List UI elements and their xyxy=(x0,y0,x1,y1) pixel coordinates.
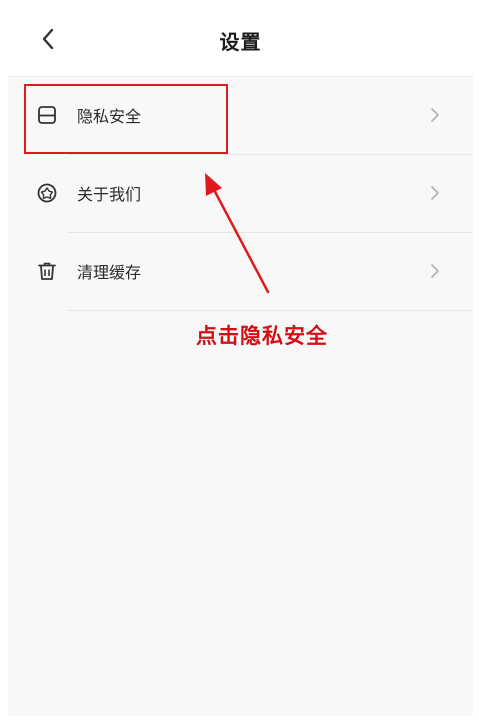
chevron-right-icon xyxy=(431,264,439,278)
menu-item-about-us[interactable]: 关于我们 xyxy=(8,155,473,233)
trash-icon xyxy=(38,262,56,280)
chevron-right-icon xyxy=(431,186,439,200)
menu-item-clear-cache[interactable]: 清理缓存 xyxy=(8,233,473,311)
chevron-right-icon xyxy=(431,108,439,122)
page-title: 设置 xyxy=(219,30,262,54)
divider xyxy=(68,310,473,311)
header-bar: 设置 xyxy=(8,0,473,77)
settings-screen: 设置 隐私安全 关于我们 清理缓存 点击隐私安全 xyxy=(8,0,473,716)
annotation-label: 点击隐私安全 xyxy=(196,324,328,348)
badge-icon xyxy=(37,183,57,203)
highlight-box xyxy=(24,84,228,154)
menu-item-label: 关于我们 xyxy=(77,185,142,204)
menu-item-label: 清理缓存 xyxy=(77,263,142,282)
